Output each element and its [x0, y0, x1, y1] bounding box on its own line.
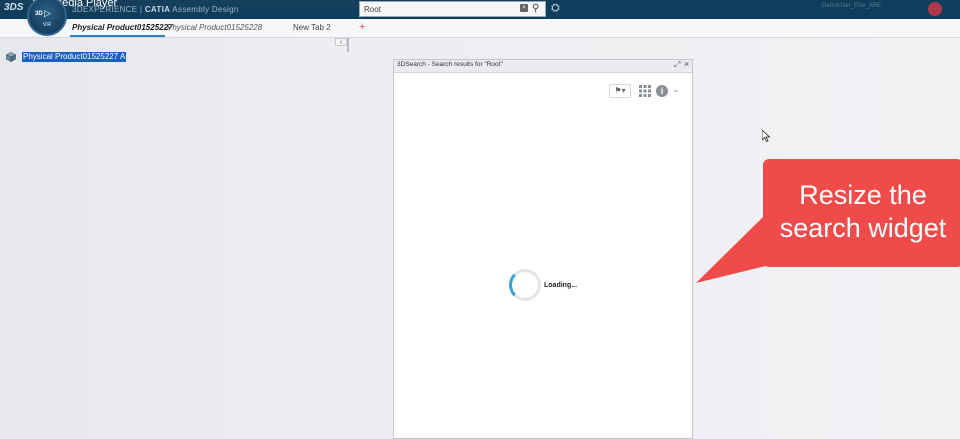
- callout-line-1: Resize the: [799, 180, 927, 210]
- search-widget[interactable]: 3DSearch - Search results for "Root" ⤢ ×…: [393, 59, 693, 439]
- callout-text: Resize the search widget: [763, 179, 960, 245]
- callout-line-2: search widget: [779, 213, 947, 243]
- ds-logo[interactable]: 3DS: [4, 2, 23, 13]
- tab-physical-product-01525227[interactable]: Physical Product01525227: [72, 23, 173, 32]
- loading-spinner-icon: [509, 269, 541, 301]
- widget-header[interactable]: 3DSearch - Search results for "Root" ⤢ ×: [394, 59, 692, 73]
- mouse-cursor-icon: [762, 130, 770, 142]
- user-name[interactable]: DemoUser_ESe_ARE: [822, 3, 881, 9]
- tab-new-tab-2[interactable]: New Tab 2: [293, 23, 331, 32]
- tag-icon[interactable]: ⛭: [551, 2, 560, 15]
- tab-bar: Physical Product01525227 Physical Produc…: [0, 19, 960, 38]
- expand-icon[interactable]: ⤢: [674, 60, 680, 70]
- brand-prefix: 3DEXPERIENCE |: [72, 5, 145, 14]
- info-icon[interactable]: i: [656, 85, 668, 97]
- search-box[interactable]: × ⚲: [359, 1, 546, 17]
- collapse-tree-button[interactable]: ‹: [335, 38, 347, 46]
- tree-root-label[interactable]: Physical Product01525227 A: [22, 52, 127, 62]
- grid-view-icon[interactable]: [639, 85, 651, 97]
- add-tab-icon[interactable]: +: [359, 21, 365, 33]
- tutorial-callout: Resize the search widget: [763, 159, 960, 267]
- avatar[interactable]: [928, 2, 942, 16]
- product-cube-icon: [6, 52, 16, 62]
- tab-physical-product-01525228[interactable]: Physical Product01525228: [167, 23, 262, 32]
- close-icon[interactable]: ×: [684, 59, 689, 69]
- chevron-down-icon[interactable]: ⌄: [672, 84, 680, 95]
- brand-app: CATIA: [144, 5, 171, 14]
- search-input[interactable]: [364, 3, 514, 15]
- bookmark-dropdown-icon[interactable]: ⚑▾: [609, 84, 631, 98]
- top-bar: 3DS Media Player 3DEXPERIENCE | CATIA As…: [0, 0, 960, 19]
- active-tab-indicator: [70, 35, 165, 37]
- loading-text: Loading...: [544, 282, 578, 289]
- search-icon[interactable]: ⚲: [532, 3, 539, 15]
- panel-splitter[interactable]: [347, 38, 349, 52]
- compass-version: V.R: [43, 22, 51, 28]
- compass-3d-label: 3D: [35, 11, 43, 17]
- widget-toolbar: ⚑▾ i ⌄: [609, 83, 687, 99]
- widget-title: 3DSearch - Search results for "Root": [397, 61, 503, 68]
- play-icon[interactable]: ▷: [44, 8, 51, 19]
- brand-module: Assembly Design: [172, 5, 239, 14]
- app-brand: 3DEXPERIENCE | CATIA Assembly Design: [72, 5, 239, 14]
- clear-search-icon[interactable]: ×: [520, 4, 528, 12]
